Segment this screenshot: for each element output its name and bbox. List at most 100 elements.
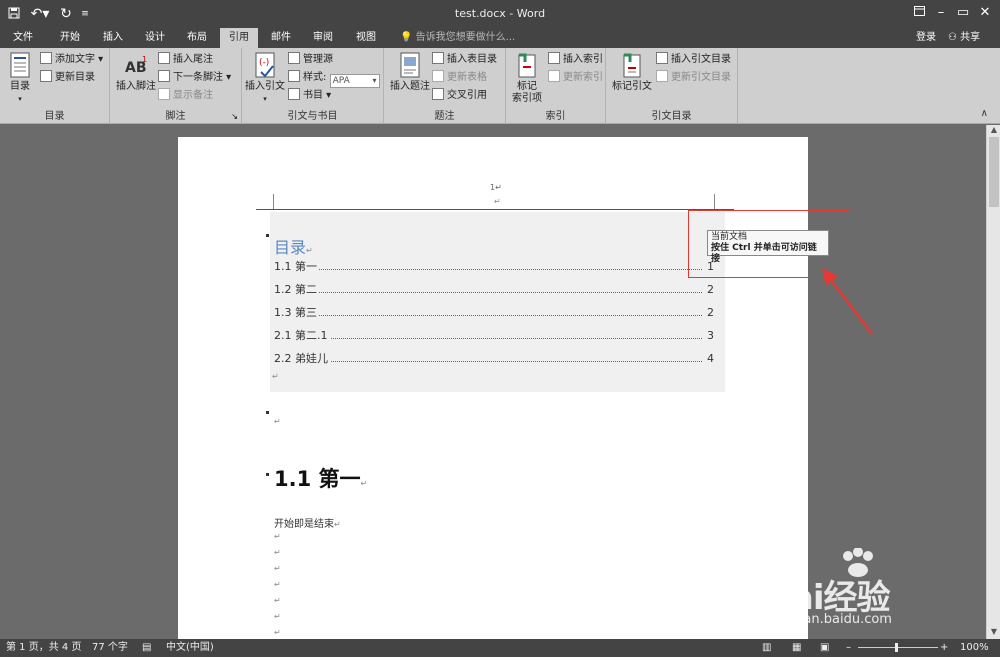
cross-reference-button[interactable]: 交叉引用	[432, 88, 487, 104]
minimize-icon[interactable]: –	[932, 4, 950, 22]
svg-text:(-): (-)	[259, 58, 269, 68]
insert-index-icon	[548, 52, 560, 64]
paragraph-bullet	[266, 411, 269, 414]
footnote-icon: AB1	[125, 55, 147, 76]
update-toc-button[interactable]: 更新目录	[40, 70, 95, 86]
toc-field[interactable]: 目录↵ 1.1 第一 1 1.2 第二 2 1.3 第三 2 2.1 第二.1 3 2.…	[270, 212, 725, 392]
watermark: Bai经验 jingyan.baidu.com	[758, 548, 958, 638]
manage-sources-button[interactable]: 管理源	[288, 52, 333, 68]
update-index-icon	[548, 70, 560, 82]
insert-caption-button[interactable]: 插入题注	[388, 52, 432, 93]
group-index: 标记 索引项 插入索引 更新索引 索引	[506, 48, 606, 124]
watermark-url: jingyan.baidu.com	[772, 612, 892, 627]
footnote-dialog-launcher-icon[interactable]: ↘	[231, 112, 238, 121]
word-count[interactable]: 77 个字	[92, 641, 128, 655]
tab-view[interactable]: 视图	[348, 28, 384, 48]
toc-entry[interactable]: 2.1 第二.1 3	[274, 329, 714, 343]
zoom-slider-thumb[interactable]	[895, 643, 898, 652]
update-index-button[interactable]: 更新索引	[548, 70, 603, 86]
style-selector[interactable]: 样式: APA ▾	[288, 70, 380, 88]
tab-design[interactable]: 设计	[138, 28, 172, 48]
tell-me-search[interactable]: 💡 告诉我您想要做什么...	[400, 28, 515, 48]
toc-leader	[314, 315, 702, 316]
group-label-captions: 题注	[434, 111, 455, 122]
header-page-number: 1↵	[490, 183, 502, 192]
empty-line-mark: ↵	[274, 580, 281, 589]
mark-entry-icon	[518, 53, 536, 78]
update-authorities-button[interactable]: 更新引文目录	[656, 70, 731, 86]
collapse-ribbon-icon[interactable]: ∧	[981, 108, 988, 119]
close-icon[interactable]: ✕	[976, 4, 994, 22]
read-mode-icon[interactable]: ▥	[762, 641, 771, 655]
scroll-thumb[interactable]	[989, 137, 999, 207]
bibliography-label: 书目	[303, 90, 323, 101]
toc-entry[interactable]: 1.2 第二 2	[274, 283, 714, 297]
mark-citation-button[interactable]: 标记引文	[610, 52, 654, 93]
lightbulb-icon: 💡	[400, 32, 416, 43]
proofing-icon[interactable]: ▤	[142, 641, 151, 655]
insert-citation-button[interactable]: (-) 插入引文 ▾	[244, 52, 286, 105]
page-count[interactable]: 第 1 页，共 4 页	[6, 641, 81, 655]
insert-authorities-button[interactable]: 插入引文目录	[656, 52, 731, 68]
toc-button-label: 目录	[10, 81, 30, 92]
maximize-icon[interactable]: ▭	[954, 4, 972, 22]
tab-file[interactable]: 文件	[6, 28, 40, 48]
group-captions: 插入题注 插入表目录 更新表格 交叉引用 题注	[384, 48, 506, 124]
scroll-up-icon[interactable]: ▲	[987, 125, 1000, 137]
scroll-down-icon[interactable]: ▼	[987, 627, 1000, 639]
insert-citation-label: 插入引文	[245, 81, 285, 92]
toc-entry[interactable]: 2.2 弟娃儿 4	[274, 352, 714, 366]
empty-line-mark: ↵	[274, 564, 281, 573]
ribbon-display-icon[interactable]	[910, 4, 928, 22]
toc-icon	[10, 52, 30, 78]
sign-in-link[interactable]: 登录	[916, 28, 936, 48]
title-bar: ↶▾ ↻ ≡ test.docx - Word – ▭ ✕	[0, 0, 1000, 28]
add-text-button[interactable]: 添加文字 ▾	[40, 52, 103, 68]
toc-entry-page: 4	[705, 352, 714, 366]
insert-caption-label: 插入题注	[390, 81, 430, 92]
zoom-level[interactable]: 100%	[960, 641, 989, 655]
header-return-mark: ↵	[494, 197, 501, 206]
body-paragraph[interactable]: 开始即是结束↵	[274, 515, 341, 530]
show-notes-button[interactable]: 显示备注	[158, 88, 213, 104]
annotation-arrow-icon	[822, 268, 873, 335]
style-combo[interactable]: APA ▾	[329, 74, 380, 88]
insert-endnote-label: 插入尾注	[173, 54, 213, 65]
zoom-in-icon[interactable]: +	[940, 641, 948, 655]
mark-entry-button[interactable]: 标记 索引项	[508, 52, 546, 105]
tab-insert[interactable]: 插入	[96, 28, 130, 48]
tab-layout[interactable]: 布局	[180, 28, 214, 48]
toc-entry[interactable]: 1.1 第一 1	[274, 260, 714, 274]
insert-footnote-button[interactable]: AB 1 插入脚注	[114, 52, 158, 93]
toc-title-return: ↵	[306, 246, 313, 255]
print-layout-icon[interactable]: ▦	[792, 641, 801, 655]
update-table-button[interactable]: 更新表格	[432, 70, 487, 86]
web-layout-icon[interactable]: ▣	[820, 641, 829, 655]
add-text-label: 添加文字	[55, 54, 95, 65]
next-footnote-button[interactable]: 下一条脚注 ▾	[158, 70, 231, 86]
toc-leader	[314, 338, 702, 339]
heading-bullet	[266, 473, 269, 476]
zoom-out-icon[interactable]: –	[846, 641, 851, 655]
bibliography-button[interactable]: 书目 ▾	[288, 88, 331, 104]
cross-reference-icon	[432, 88, 444, 100]
header-margin-right	[714, 194, 715, 209]
tab-references[interactable]: 引用	[220, 28, 258, 48]
heading-1[interactable]: 1.1 第一↵	[274, 463, 367, 493]
vertical-scrollbar[interactable]: ▲ ▼	[986, 125, 1000, 639]
group-label-index: 索引	[545, 111, 566, 122]
zoom-slider[interactable]	[858, 647, 938, 648]
insert-table-figures-button[interactable]: 插入表目录	[432, 52, 497, 68]
insert-index-button[interactable]: 插入索引	[548, 52, 603, 68]
tab-home[interactable]: 开始	[52, 28, 88, 48]
toc-end-return: ↵	[272, 372, 279, 381]
toc-entry[interactable]: 1.3 第三 2	[274, 306, 714, 320]
empty-line-mark: ↵	[274, 596, 281, 605]
language-indicator[interactable]: 中文(中国)	[166, 641, 214, 655]
insert-endnote-button[interactable]: 插入尾注	[158, 52, 213, 68]
heading-text: 1.1 第一	[274, 467, 361, 491]
tab-review[interactable]: 审阅	[306, 28, 340, 48]
toc-button[interactable]: 目录 ▾	[4, 52, 36, 105]
tab-mailings[interactable]: 邮件	[264, 28, 298, 48]
share-button[interactable]: ⚇ 共享	[948, 28, 980, 48]
